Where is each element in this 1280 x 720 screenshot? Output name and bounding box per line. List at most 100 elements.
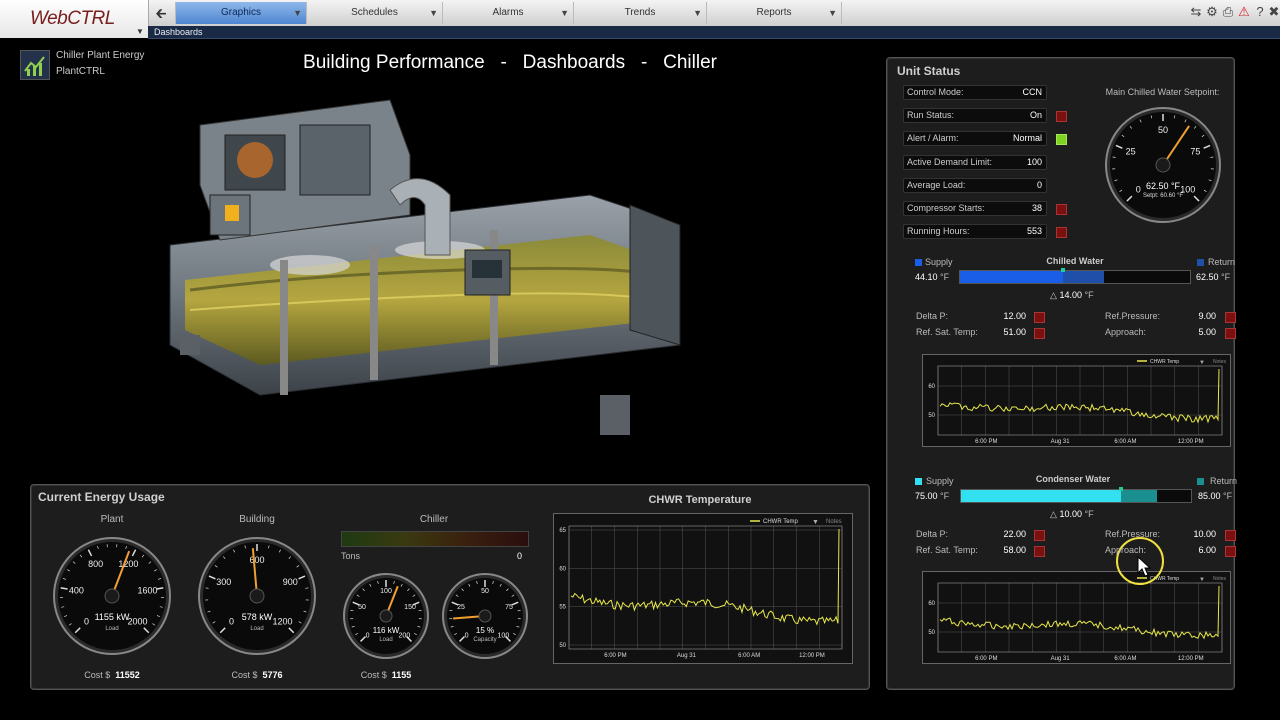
tab-reports[interactable]: Reports ▼ xyxy=(706,2,842,24)
status-row: Control Mode: CCN xyxy=(903,85,1047,100)
trend-x-tick: 12:00 PM xyxy=(1178,439,1204,445)
status-row: Compressor Starts: 38 xyxy=(903,201,1047,216)
chevron-down-icon[interactable]: ▼ xyxy=(1199,360,1205,366)
cw-delta: △ 14.00 °F xyxy=(1050,290,1094,300)
gauge-tick-label: 75 xyxy=(505,604,513,611)
chevron-down-icon[interactable]: ▼ xyxy=(136,27,144,36)
webctrl-logo[interactable]: WebCTRL xyxy=(0,0,149,38)
print-icon[interactable]: ⎙ xyxy=(1220,4,1236,20)
trend-x-tick: 6:00 AM xyxy=(1114,656,1136,662)
chevron-down-icon[interactable]: ▼ xyxy=(812,519,819,526)
alarm-warning-icon[interactable]: ⚠ xyxy=(1236,4,1252,20)
trend-y-tick: 50 xyxy=(928,630,935,636)
gauge-tick-label: 200 xyxy=(399,632,411,639)
gauge-value: 116 kW xyxy=(373,626,400,635)
chiller-capacity-gauge: 0 25 50 75 100 15 % Capacity xyxy=(442,573,528,659)
chevron-down-icon[interactable]: ▼ xyxy=(1199,577,1205,583)
gauge-tick-label: 25 xyxy=(457,604,465,611)
cd-supply-value: 75.00 °F xyxy=(915,491,950,501)
chart-app-icon xyxy=(20,50,50,80)
metric-value: 5.00 xyxy=(1198,327,1216,337)
status-indicator-green xyxy=(1056,134,1067,145)
cw-supply-label: Supply xyxy=(925,257,953,267)
metric-label: Approach: xyxy=(1105,545,1147,555)
gauge-tick-label: 300 xyxy=(216,577,231,587)
trend-notes[interactable]: Notes xyxy=(826,519,842,525)
status-label: Average Load: xyxy=(907,180,966,190)
metric-label: Ref. Sat. Temp: xyxy=(916,545,978,555)
chwr-trend-chart[interactable]: 65 60 55 50 6:00 PM Aug 31 6:00 AM 12:00 PM CHWR… xyxy=(553,513,853,664)
chevron-down-icon[interactable]: ▼ xyxy=(429,2,438,24)
metric-indicator xyxy=(1225,328,1236,339)
chwr-trend-plot: 65 60 55 50 6:00 PM Aug 31 6:00 AM 12:00 PM CHWR… xyxy=(559,519,843,659)
metric-value: 9.00 xyxy=(1198,311,1216,321)
building-label: Building xyxy=(239,514,275,525)
tab-schedules[interactable]: Schedules ▼ xyxy=(306,2,442,24)
trend-notes[interactable]: Notes xyxy=(1213,359,1227,365)
metric-indicator xyxy=(1034,546,1045,557)
gauge-value: 1155 kW xyxy=(95,612,130,622)
gauge-tick-label: 0 xyxy=(229,616,234,626)
status-value: Normal xyxy=(1012,133,1042,143)
cd-title: Condenser Water xyxy=(1035,474,1111,484)
network-icon[interactable]: ⇆ xyxy=(1188,4,1204,20)
status-row: Run Status: On xyxy=(903,108,1047,123)
delta-triangle-icon: △ xyxy=(1050,509,1057,519)
trend-legend: CHWR Temp xyxy=(763,519,799,525)
trend-legend: CHWR Temp xyxy=(1150,359,1179,365)
status-label: Run Status: xyxy=(907,110,955,120)
metric-value: 12.00 xyxy=(1003,311,1026,321)
cd-delta: △ 10.00 °F xyxy=(1050,509,1094,519)
back-arrow-icon[interactable]: 🡰 xyxy=(150,3,172,23)
status-label: Active Demand Limit: xyxy=(907,157,993,167)
chevron-down-icon[interactable]: ▼ xyxy=(828,2,837,24)
metric-value: 10.00 xyxy=(1193,529,1216,539)
chevron-down-icon[interactable]: ▼ xyxy=(293,2,302,24)
metric-label: Approach: xyxy=(1105,327,1147,337)
energy-panel-title: Current Energy Usage xyxy=(38,490,165,504)
supply-legend-swatch xyxy=(915,478,922,485)
metric-label: Delta P: xyxy=(916,529,949,539)
plant-load-gauge: 0 400 800 1200 1600 20001155 kW Load xyxy=(53,537,171,655)
cw-title: Chilled Water xyxy=(1046,256,1104,266)
breadcrumb-bar xyxy=(148,26,1280,39)
logo-text: WebCTRL xyxy=(30,8,115,29)
tab-graphics[interactable]: Graphics ▼ xyxy=(175,2,306,24)
gauge-sub-label: Capacity xyxy=(473,637,496,643)
supply-legend-swatch xyxy=(915,259,922,266)
gauge-tick-label: 25 xyxy=(1126,147,1136,157)
trend-x-tick: 6:00 AM xyxy=(1114,439,1136,445)
status-value: 100 xyxy=(1026,157,1042,167)
status-label: Running Hours: xyxy=(907,226,970,236)
page-title: Building Performance - Dashboards - Chil… xyxy=(303,52,717,73)
app-name: Chiller Plant Energy xyxy=(56,50,145,61)
status-indicator-red xyxy=(1056,227,1067,238)
gauge-tick-label: 50 xyxy=(358,604,366,611)
chevron-down-icon[interactable]: ▼ xyxy=(693,2,702,24)
gear-icon[interactable]: ⚙ xyxy=(1204,4,1220,20)
metric-indicator xyxy=(1225,546,1236,557)
metric-label: Delta P: xyxy=(916,311,949,321)
tab-alarms[interactable]: Alarms ▼ xyxy=(442,2,573,24)
chevron-down-icon[interactable]: ▼ xyxy=(560,2,569,24)
cd-marker xyxy=(1119,487,1123,491)
breadcrumb[interactable]: Dashboards xyxy=(154,26,203,38)
trend-y-tick: 60 xyxy=(928,601,935,607)
trend-x-tick: 6:00 PM xyxy=(975,656,997,662)
status-value: 0 xyxy=(1036,180,1042,190)
cd-trend-chart[interactable]: 60 50 6:00 PM Aug 31 6:00 AM 12:00 PM CHWR Tem… xyxy=(922,571,1231,664)
metric-value: 51.00 xyxy=(1003,327,1026,337)
trend-x-tick: 12:00 PM xyxy=(1178,656,1204,662)
trend-x-tick: 6:00 AM xyxy=(738,653,760,659)
building-cost: Cost $ 5776 xyxy=(231,670,283,680)
trend-notes[interactable]: Notes xyxy=(1213,576,1227,582)
gauge-tick-label: 600 xyxy=(249,555,264,565)
tab-trends[interactable]: Trends ▼ xyxy=(573,2,706,24)
logout-icon[interactable]: ✖ xyxy=(1266,4,1280,20)
cd-trend-plot: 60506:00 PM Aug 31 6:00 AM 12:00 PMCHWR Tem… xyxy=(928,576,1227,662)
cw-return-fill xyxy=(1063,271,1104,283)
cw-trend-chart[interactable]: 60 50 6:00 PM Aug 31 6:00 AM 12:00 PM CHWR Tem… xyxy=(922,354,1231,447)
delta-triangle-icon: △ xyxy=(1050,290,1057,300)
gauge-value: 578 kW xyxy=(242,612,273,622)
status-row: Alert / Alarm: Normal xyxy=(903,131,1047,146)
